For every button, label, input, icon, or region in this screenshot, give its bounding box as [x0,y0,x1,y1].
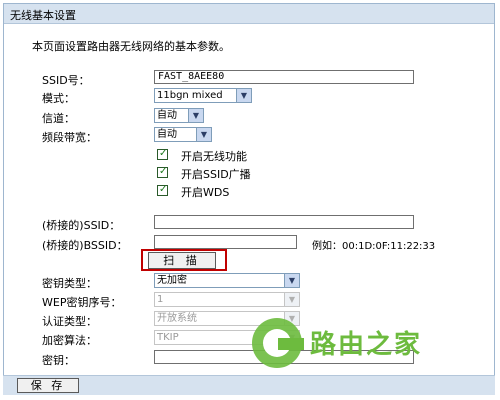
ssid-label: SSID号： [42,74,90,87]
enable-wds-label: 开启WDS [181,186,230,199]
bandwidth-value: 自动 [157,129,177,140]
enable-ssid-broadcast-checkbox[interactable]: ✓ [157,166,168,178]
ssid-input[interactable]: FAST_8AEE80 [154,70,414,84]
chevron-down-icon: ▼ [284,293,299,306]
cipher-label: 加密算法： [42,334,97,347]
bridged-ssid-input[interactable] [154,215,414,229]
enable-ssid-broadcast-label: 开启SSID广播 [181,168,251,181]
key-type-value: 无加密 [157,275,187,286]
save-button[interactable]: 保 存 [17,378,79,393]
check-icon: ✓ [159,148,168,159]
wep-index-value: 1 [157,294,164,305]
mode-select[interactable]: 11bgn mixed ▼ [154,88,252,103]
chevron-down-icon: ▼ [284,274,299,287]
scan-button[interactable]: 扫 描 [148,252,216,269]
mode-label: 模式： [42,92,75,105]
key-type-select[interactable]: 无加密 ▼ [154,273,300,288]
chevron-down-icon: ▼ [188,109,203,122]
mode-value: 11bgn mixed [157,90,223,101]
bssid-example-text: 例如：00:1D:0F:11:22:33 [312,241,436,252]
check-icon: ✓ [159,166,168,177]
enable-wireless-label: 开启无线功能 [181,150,247,163]
auth-type-label: 认证类型： [42,315,97,328]
bridged-ssid-label: (桥接的)SSID： [42,219,121,232]
check-icon: ✓ [159,184,168,195]
enable-wireless-checkbox[interactable]: ✓ [157,148,168,160]
watermark: 路由之家 [252,318,452,378]
enable-wds-checkbox[interactable]: ✓ [157,184,168,196]
channel-label: 信道： [42,112,75,125]
chevron-down-icon: ▼ [196,128,211,141]
wep-index-label: WEP密钥序号： [42,296,122,309]
footer-bar: 保 存 [3,375,495,395]
key-type-label: 密钥类型： [42,277,97,290]
channel-value: 自动 [157,110,177,121]
page-title: 无线基本设置 [10,9,76,22]
chevron-down-icon: ▼ [236,89,251,102]
cipher-value: TKIP [157,332,179,343]
channel-select[interactable]: 自动 ▼ [154,108,204,123]
bridged-bssid-input[interactable] [154,235,297,249]
watermark-text: 路由之家 [310,330,423,360]
wep-index-select[interactable]: 1 ▼ [154,292,300,307]
bridged-bssid-label: (桥接的)BSSID： [42,239,128,252]
bandwidth-label: 频段带宽： [42,131,97,144]
auth-type-value: 开放系统 [157,313,197,324]
key-label: 密钥： [42,354,75,367]
bandwidth-select[interactable]: 自动 ▼ [154,127,212,142]
panel-header: 无线基本设置 [4,4,494,24]
page-description: 本页面设置路由器无线网络的基本参数。 [32,40,230,53]
